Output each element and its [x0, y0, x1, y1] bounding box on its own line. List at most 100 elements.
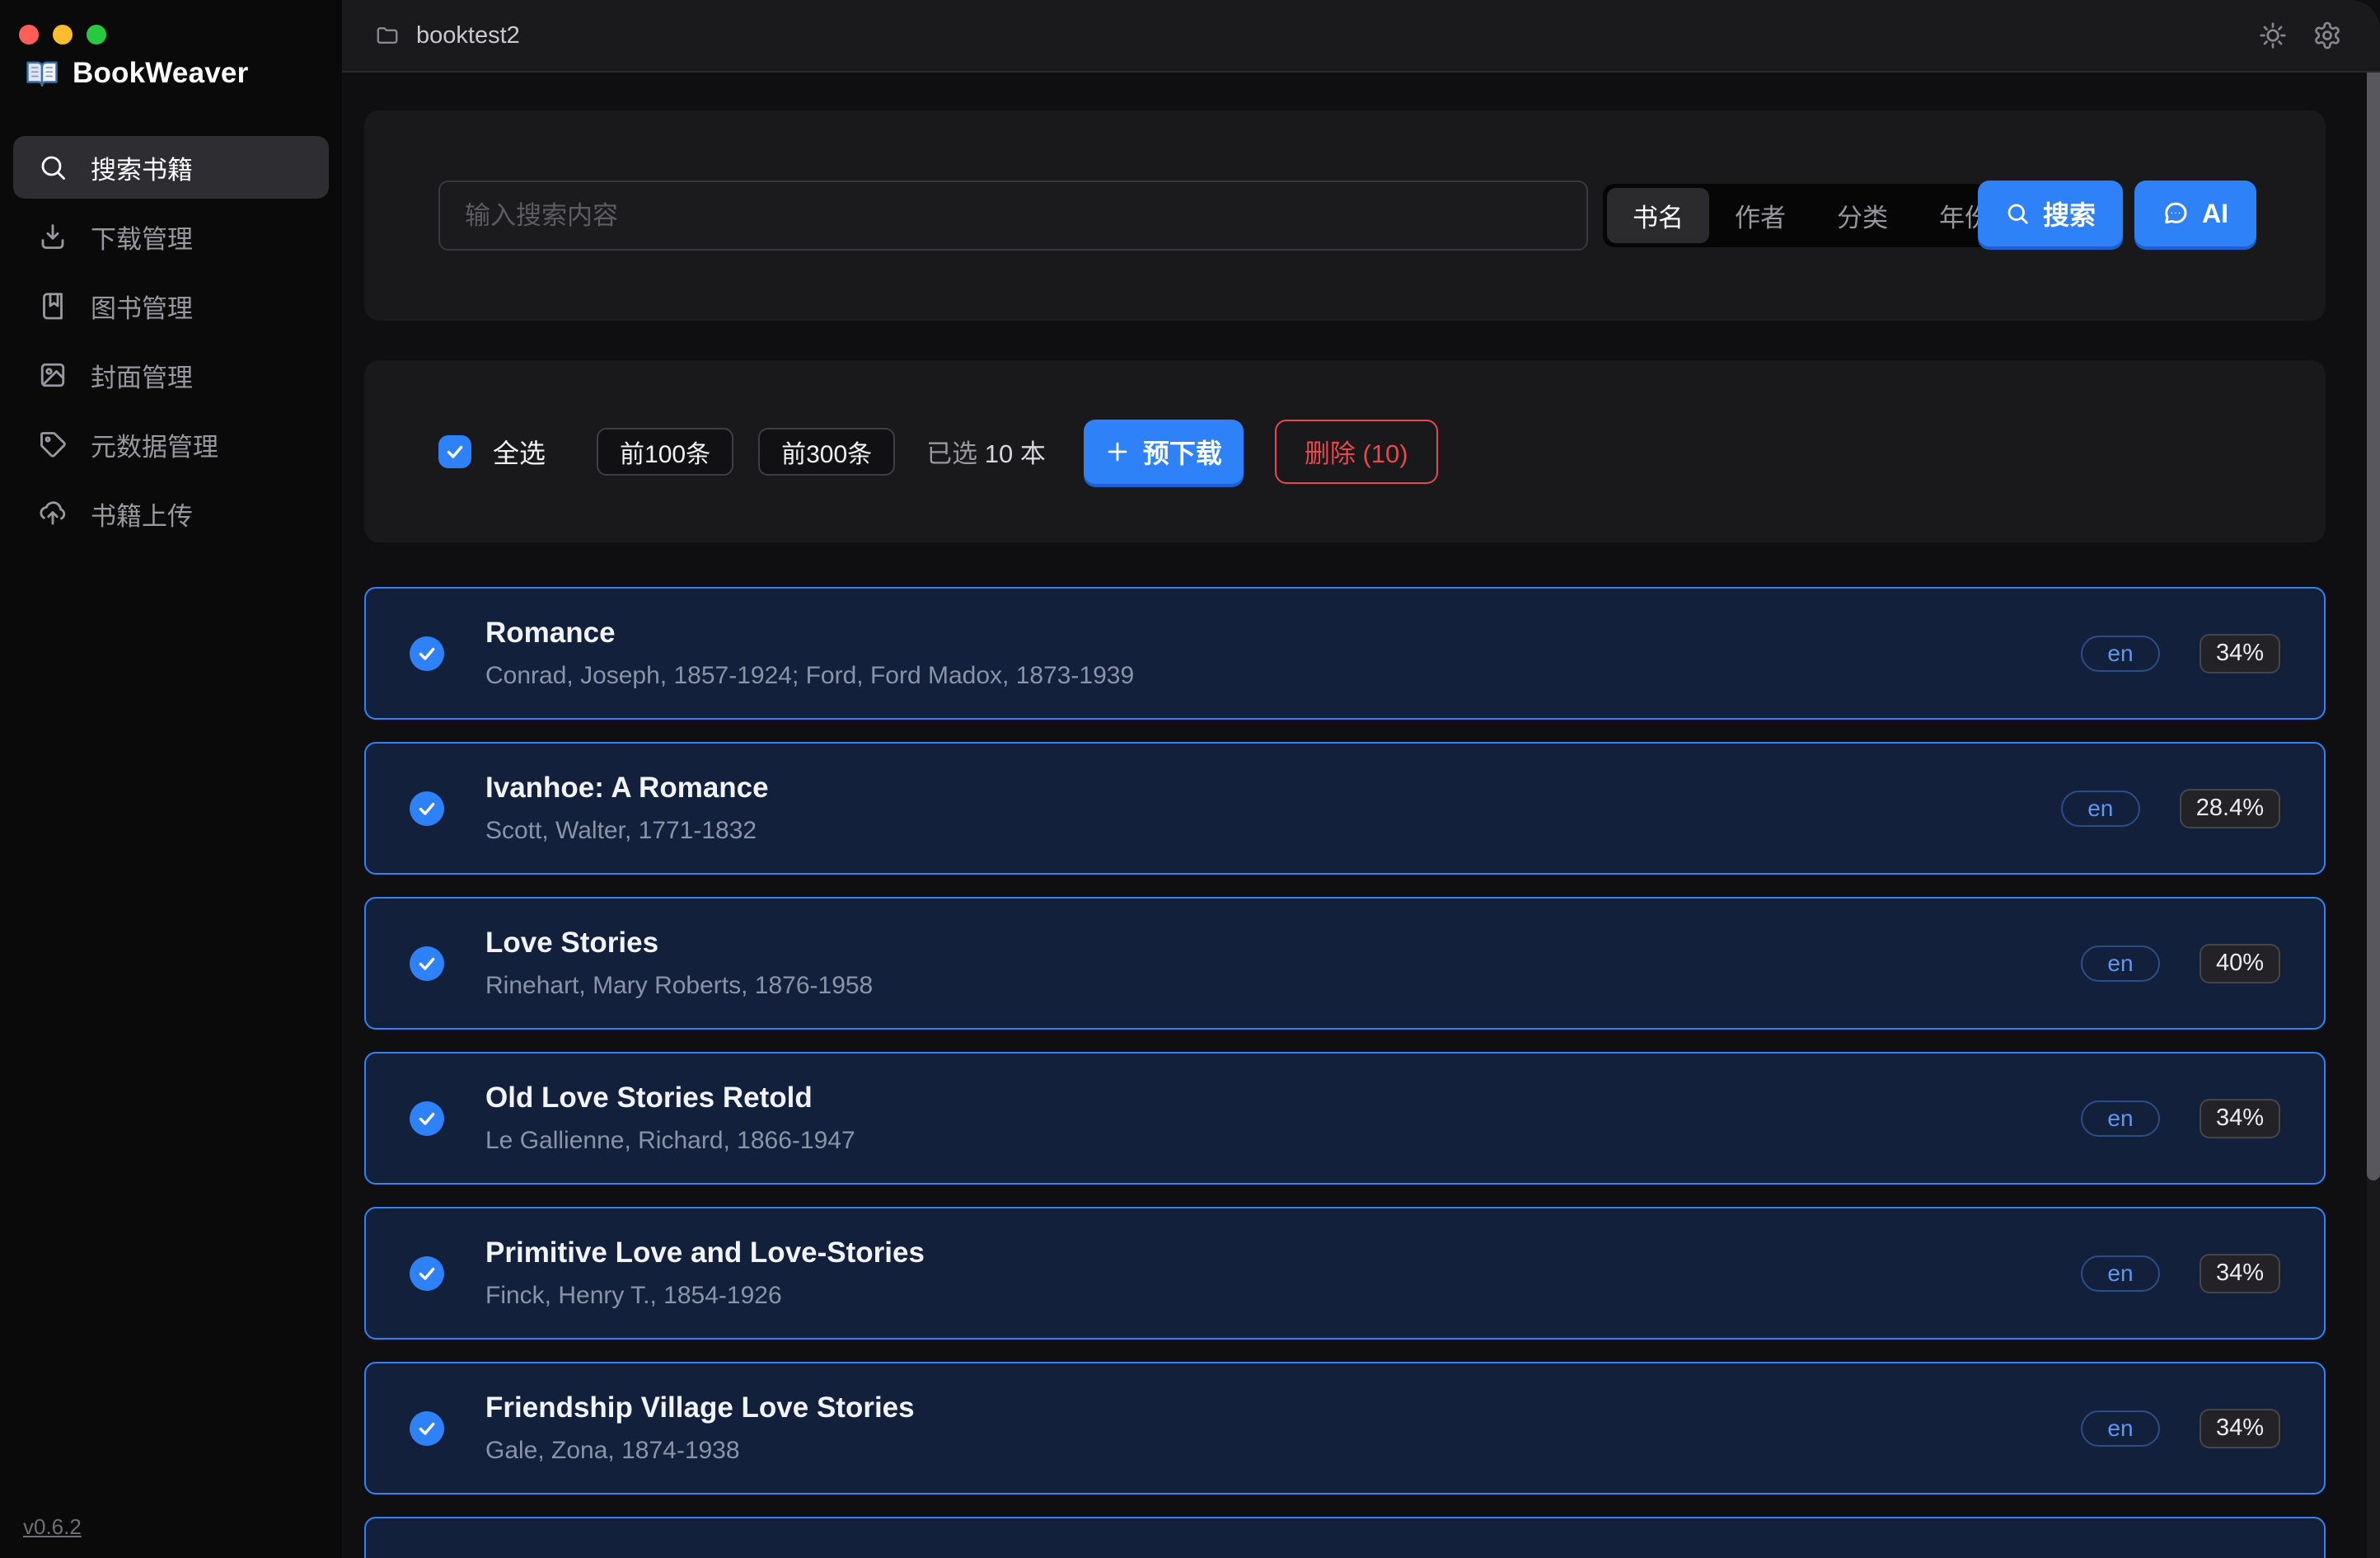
book-title: Love Stories: [485, 927, 873, 960]
settings-gear-icon[interactable]: [2312, 21, 2342, 50]
book-author: Rinehart, Mary Roberts, 1876-1958: [485, 972, 873, 1000]
progress-badge: 34%: [2200, 1254, 2280, 1293]
minimize-button[interactable]: [53, 25, 73, 45]
book-row[interactable]: Ivanhoe: A Romance Scott, Walter, 1771-1…: [364, 742, 2326, 875]
language-badge: en: [2081, 1410, 2160, 1447]
search-field-tabs: 书名作者分类年份: [1603, 184, 2020, 247]
sidebar-item-label: 元数据管理: [91, 426, 218, 463]
sidebar-item-label: 书籍上传: [91, 495, 193, 533]
current-directory[interactable]: booktest2: [375, 22, 520, 49]
sidebar-item-label: 下载管理: [91, 218, 193, 256]
book-row[interactable]: Love Stories Rinehart, Mary Roberts, 187…: [364, 897, 2326, 1030]
scrollbar-track: [2367, 61, 2380, 1558]
book-checkbox-checked[interactable]: [410, 946, 444, 981]
select-first-100-button[interactable]: 前100条: [597, 428, 733, 476]
select-all-label: 全选: [493, 433, 546, 471]
search-icon: [2005, 201, 2030, 226]
app-logo: BookWeaver: [25, 56, 248, 91]
tags-icon: [38, 429, 68, 459]
sidebar-item-book[interactable]: 图书管理: [13, 275, 329, 337]
search-field-tab-0[interactable]: 书名: [1607, 188, 1709, 243]
topbar-actions: [2258, 21, 2342, 50]
progress-badge: 34%: [2200, 1099, 2280, 1138]
search-field-tab-1[interactable]: 作者: [1709, 188, 1811, 243]
book-checkbox-checked[interactable]: [410, 1411, 444, 1446]
sidebar-item-search[interactable]: 搜索书籍: [13, 136, 329, 199]
sidebar-item-tags[interactable]: 元数据管理: [13, 413, 329, 476]
content: 书名作者分类年份 搜索 AI 全选 前100条: [342, 73, 2380, 1558]
language-badge: en: [2081, 1100, 2160, 1137]
select-all-checkbox[interactable]: [438, 435, 471, 468]
book-title: Romance: [485, 617, 1134, 650]
image-icon: [38, 360, 68, 390]
predownload-label: 预下载: [1143, 433, 1222, 471]
language-badge: en: [2081, 636, 2160, 672]
plus-icon: [1105, 439, 1130, 464]
sidebar-nav: 搜索书籍 下载管理 图书管理 封面管理 元数据管理 书籍上传: [13, 136, 329, 551]
window-controls: [19, 25, 106, 45]
zoom-button[interactable]: [87, 25, 106, 45]
app-title: BookWeaver: [73, 57, 248, 90]
folder-icon: [375, 23, 400, 48]
search-panel: 书名作者分类年份 搜索 AI: [364, 110, 2326, 321]
book-author: Conrad, Joseph, 1857-1924; Ford, Ford Ma…: [485, 662, 1134, 690]
select-first-300-button[interactable]: 前300条: [758, 428, 895, 476]
selected-count: 已选 10 本: [926, 433, 1046, 470]
book-author: Finck, Henry T., 1854-1926: [485, 1282, 925, 1310]
sidebar-item-image[interactable]: 封面管理: [13, 344, 329, 406]
predownload-button[interactable]: 预下载: [1084, 420, 1244, 484]
search-icon: [38, 153, 68, 182]
progress-badge: 40%: [2200, 944, 2280, 983]
progress-badge: 34%: [2200, 1409, 2280, 1448]
book-checkbox-checked[interactable]: [410, 1256, 444, 1291]
selection-toolbar: 全选 前100条 前300条 已选 10 本 预下载 删除 (10): [364, 360, 2326, 542]
version-link[interactable]: v0.6.2: [23, 1514, 82, 1540]
chat-bubble-icon: [2162, 200, 2189, 227]
language-badge: en: [2081, 946, 2160, 982]
scrollbar-thumb[interactable]: [2367, 61, 2380, 1180]
sidebar: BookWeaver 搜索书籍 下载管理 图书管理 封面管理 元数据管理 书籍上…: [0, 0, 342, 1558]
search-input[interactable]: [438, 181, 1588, 251]
directory-label: booktest2: [416, 22, 520, 49]
open-book-icon: [25, 56, 59, 91]
progress-badge: 34%: [2200, 634, 2280, 673]
sidebar-item-label: 搜索书籍: [91, 149, 193, 186]
language-badge: en: [2081, 1255, 2160, 1292]
book-title: Old Love Stories Retold: [485, 1082, 855, 1115]
main-area: booktest2 书名作者分类年份 搜索: [342, 0, 2380, 1558]
book-row[interactable]: Friendship Village Love Stories Gale, Zo…: [364, 1362, 2326, 1495]
book-checkbox-checked[interactable]: [410, 791, 444, 826]
ai-button-label: AI: [2202, 199, 2228, 229]
sidebar-item-label: 图书管理: [91, 288, 193, 325]
close-button[interactable]: [19, 25, 39, 45]
language-badge: en: [2061, 791, 2140, 827]
search-button-label: 搜索: [2043, 195, 2096, 232]
cloud-upload-icon: [38, 499, 68, 528]
book-checkbox-checked[interactable]: [410, 636, 444, 671]
book-icon: [38, 291, 68, 321]
book-checkbox-checked[interactable]: [410, 1101, 444, 1136]
book-row[interactable]: Primitive Love and Love-Stories Finck, H…: [364, 1207, 2326, 1340]
topbar: booktest2: [342, 0, 2380, 73]
book-row[interactable]: [364, 1517, 2326, 1558]
sidebar-item-download[interactable]: 下载管理: [13, 205, 329, 268]
book-row[interactable]: Romance Conrad, Joseph, 1857-1924; Ford,…: [364, 587, 2326, 720]
delete-button[interactable]: 删除 (10): [1275, 420, 1438, 484]
download-icon: [38, 222, 68, 251]
sidebar-item-label: 封面管理: [91, 357, 193, 394]
book-title: Primitive Love and Love-Stories: [485, 1237, 925, 1269]
book-author: Le Gallienne, Richard, 1866-1947: [485, 1127, 855, 1155]
book-list: Romance Conrad, Joseph, 1857-1924; Ford,…: [364, 587, 2326, 1558]
book-title: Friendship Village Love Stories: [485, 1391, 915, 1424]
book-title: Ivanhoe: A Romance: [485, 772, 769, 805]
ai-search-button[interactable]: AI: [2134, 181, 2256, 246]
theme-toggle-sun-icon[interactable]: [2258, 21, 2288, 50]
search-field-tab-2[interactable]: 分类: [1811, 188, 1914, 243]
progress-badge: 28.4%: [2180, 789, 2280, 828]
selected-count-value: 10 本: [985, 439, 1046, 468]
book-row[interactable]: Old Love Stories Retold Le Gallienne, Ri…: [364, 1052, 2326, 1185]
book-author: Gale, Zona, 1874-1938: [485, 1437, 915, 1465]
book-author: Scott, Walter, 1771-1832: [485, 817, 769, 845]
search-button[interactable]: 搜索: [1978, 181, 2123, 246]
sidebar-item-cloud-upload[interactable]: 书籍上传: [13, 482, 329, 545]
